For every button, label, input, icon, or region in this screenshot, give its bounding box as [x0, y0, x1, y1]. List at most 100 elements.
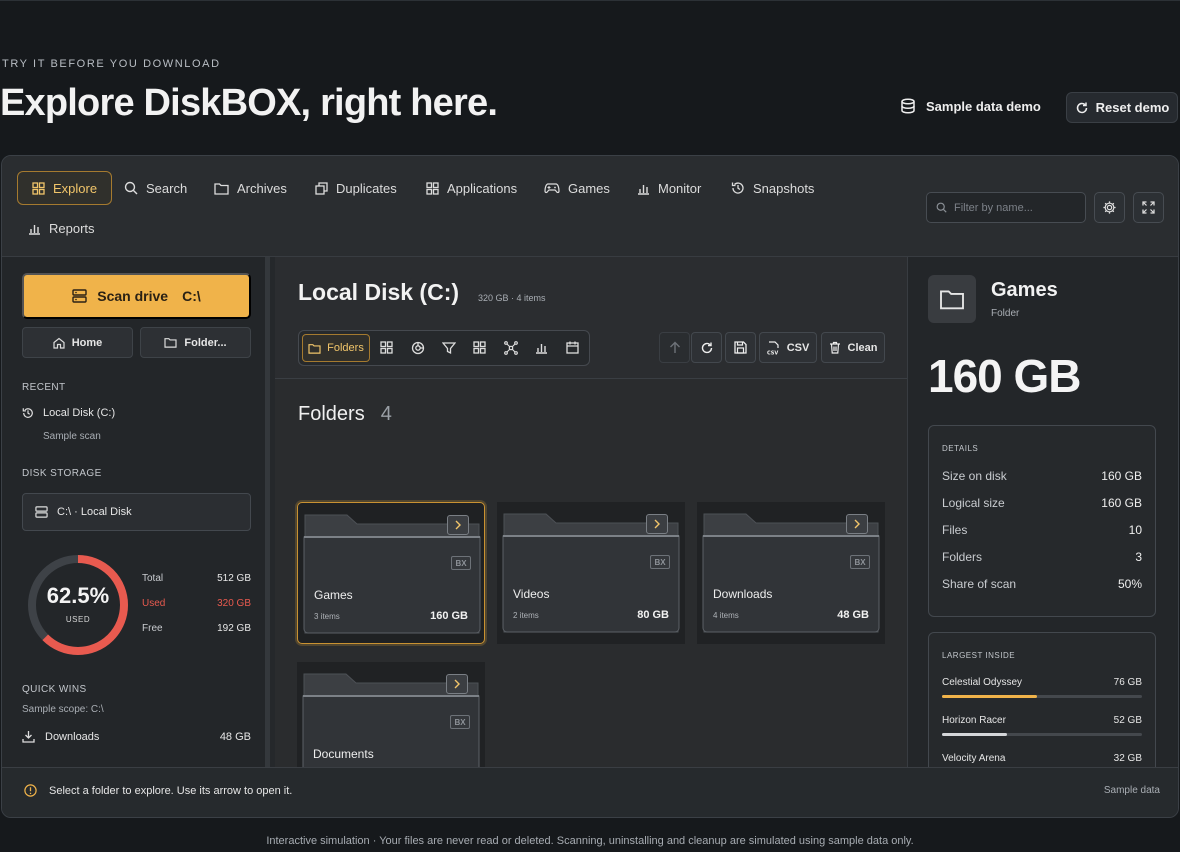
calendar-icon[interactable]: [566, 341, 579, 354]
detail-label: Folders: [942, 550, 983, 564]
app-window: Explore Search Archives Duplicates Appli…: [1, 155, 1179, 818]
save-button[interactable]: [725, 332, 756, 363]
disk-select-label: C:\ · Local Disk: [57, 506, 132, 518]
largest-item[interactable]: Celestial Odyssey 76 GB: [942, 677, 1142, 688]
chevron-right-icon: [454, 679, 460, 689]
largest-item-name: Celestial Odyssey: [942, 677, 1023, 688]
sunburst-view-icon[interactable]: [411, 341, 425, 355]
folder-card[interactable]: BX Games 3 items 160 GB: [297, 502, 485, 644]
stat-free-label: Free: [142, 623, 163, 634]
download-icon: [22, 731, 35, 743]
status-right-label: Sample data: [1103, 785, 1160, 796]
diskbox-badge: BX: [450, 715, 470, 729]
detail-value: 160 GB: [1101, 469, 1142, 483]
tab-search[interactable]: Search: [110, 171, 201, 205]
tab-applications[interactable]: Applications: [412, 171, 531, 205]
stat-used: Used 320 GB: [142, 598, 251, 609]
tab-explore-label: Explore: [53, 180, 98, 196]
view-folders-tab[interactable]: Folders: [302, 334, 370, 362]
filter-icon[interactable]: [442, 341, 456, 355]
folder-name: Games: [314, 588, 353, 602]
export-csv-label: CSV: [786, 341, 810, 354]
export-csv-button[interactable]: CSV CSV: [759, 332, 817, 363]
details-card-title: DETAILS: [942, 444, 979, 453]
tab-monitor[interactable]: Monitor: [623, 171, 715, 205]
tab-games-label: Games: [568, 180, 610, 196]
sample-data-label: Sample data demo: [900, 98, 1041, 114]
open-folder-button[interactable]: [846, 514, 868, 534]
tab-archives[interactable]: Archives: [200, 171, 301, 205]
home-button[interactable]: Home: [22, 327, 133, 358]
view-toolbar: Folders: [298, 330, 590, 366]
main-header: Local Disk (C:) 320 GB · 4 items Folders: [275, 257, 907, 379]
stat-total: Total 512 GB: [142, 573, 251, 584]
tab-reports[interactable]: Reports: [14, 211, 109, 245]
detail-value: 160 GB: [1101, 496, 1142, 510]
recent-scan-item[interactable]: Local Disk (C:): [22, 407, 115, 419]
largest-item-size: 52 GB: [1113, 715, 1142, 726]
tab-explore[interactable]: Explore: [17, 171, 113, 205]
view-folders-label: Folders: [327, 342, 364, 354]
largest-inside-title: LARGEST INSIDE: [942, 651, 1016, 660]
quick-win-item[interactable]: Downloads 48 GB: [22, 730, 251, 743]
pick-folder-button[interactable]: Folder...: [140, 327, 251, 358]
open-folder-button[interactable]: [447, 515, 469, 535]
folder-size: 48 GB: [837, 609, 869, 621]
disk-select[interactable]: C:\ · Local Disk: [22, 493, 251, 531]
go-up-button[interactable]: [659, 332, 690, 363]
usage-caption: USED: [65, 615, 91, 624]
trash-icon: [829, 341, 840, 354]
folder-size: 80 GB: [637, 609, 669, 621]
graph-view-icon[interactable]: [504, 341, 518, 355]
treemap-view-icon[interactable]: [473, 341, 486, 354]
tab-snapshots[interactable]: Snapshots: [717, 171, 828, 205]
svg-text:CSV: CSV: [767, 350, 778, 355]
fullscreen-button[interactable]: [1133, 192, 1164, 223]
folder-icon: [940, 290, 964, 310]
save-icon: [734, 341, 747, 354]
largest-item-bar-fill: [942, 695, 1037, 698]
quick-win-size: 48 GB: [219, 730, 251, 743]
hero-eyebrow: TRY IT BEFORE YOU DOWNLOAD: [2, 58, 221, 70]
csv-file-icon: CSV: [767, 340, 779, 355]
settings-button[interactable]: [1094, 192, 1125, 223]
folder-card[interactable]: BX Videos 2 items 80 GB: [497, 502, 685, 644]
largest-item[interactable]: Horizon Racer 52 GB: [942, 715, 1142, 726]
gamepad-icon: [544, 183, 560, 194]
tab-duplicates-label: Duplicates: [336, 180, 397, 196]
recent-scan-label: Local Disk (C:): [43, 407, 116, 419]
detail-value: 50%: [1117, 577, 1142, 591]
scan-drive-button[interactable]: Scan drive C:\: [22, 273, 251, 319]
home-label: Home: [71, 336, 103, 349]
tab-games[interactable]: Games: [530, 171, 624, 205]
folder-card[interactable]: BX Downloads 4 items 48 GB: [697, 502, 885, 644]
detail-label: Files: [942, 523, 968, 537]
drive-icon: [72, 289, 87, 303]
tab-duplicates[interactable]: Duplicates: [301, 171, 411, 205]
quick-win-label: Downloads: [45, 730, 100, 743]
largest-item-size: 32 GB: [1113, 753, 1142, 764]
sample-data-text: Sample data demo: [926, 98, 1041, 114]
folder-items: 4 items: [713, 611, 739, 620]
app-navbar: Explore Search Archives Duplicates Appli…: [2, 156, 1178, 257]
open-folder-button[interactable]: [646, 514, 668, 534]
expand-icon: [1142, 201, 1155, 214]
rescan-button[interactable]: [691, 332, 722, 363]
recent-heading: RECENT: [22, 382, 66, 393]
tab-snapshots-label: Snapshots: [753, 180, 815, 196]
grid-view-icon[interactable]: [380, 341, 393, 354]
filter-input[interactable]: Filter by name...: [926, 192, 1086, 223]
folder-name: Videos: [513, 587, 550, 601]
open-folder-button[interactable]: [446, 674, 468, 694]
tab-archives-label: Archives: [237, 180, 287, 196]
largest-item-name: Velocity Arena: [942, 753, 1006, 764]
largest-inside-card: LARGEST INSIDE Celestial Odyssey 76 GB Hor…: [928, 632, 1156, 782]
largest-item[interactable]: Velocity Arena 32 GB: [942, 753, 1142, 764]
clean-button[interactable]: Clean: [821, 332, 885, 363]
reset-demo-button[interactable]: Reset demo: [1066, 92, 1178, 123]
copy-icon: [315, 181, 328, 195]
location-title: Local Disk (C:): [298, 279, 460, 305]
detail-row: Logical size 160 GB: [942, 496, 1142, 510]
bar-chart-icon[interactable]: [535, 341, 548, 354]
home-icon: [53, 337, 65, 349]
